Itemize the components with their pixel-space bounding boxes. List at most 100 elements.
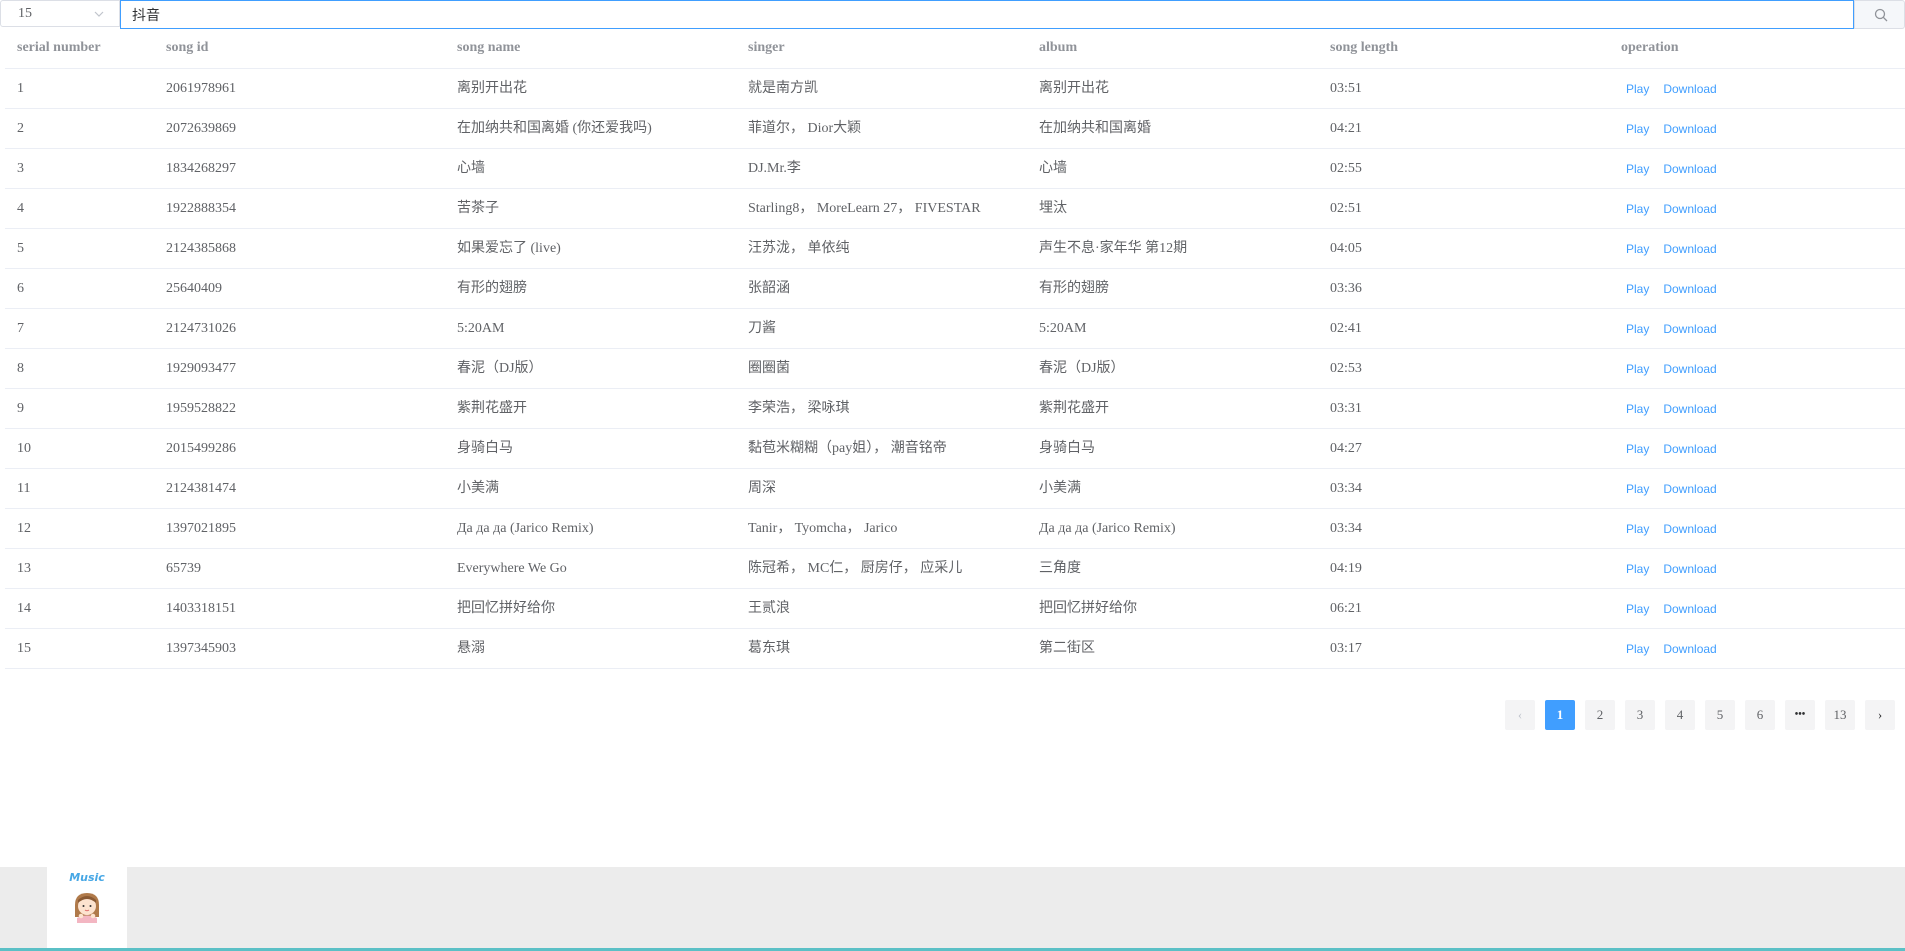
cell-operation: Play Download (1621, 189, 1901, 229)
cell-song-id: 1922888354 (166, 201, 236, 216)
download-button[interactable]: Download (1663, 309, 1716, 349)
download-button[interactable]: Download (1663, 549, 1716, 589)
cell-song-length: 03:51 (1330, 81, 1362, 96)
play-button[interactable]: Play (1626, 109, 1649, 149)
download-button[interactable]: Download (1663, 69, 1716, 109)
girl-mascot-icon (75, 893, 99, 923)
play-button[interactable]: Play (1626, 349, 1649, 389)
cell-song-id: 1834268297 (166, 161, 236, 176)
cell-serial-number: 10 (17, 441, 31, 456)
next-page-button[interactable]: › (1865, 700, 1895, 730)
cell-operation: Play Download (1621, 229, 1901, 269)
cell-album: 5:20AM (1039, 321, 1087, 336)
header-song-id: song id (166, 40, 209, 55)
cell-singer: 葛东琪 (748, 641, 790, 656)
cell-song-length: 03:36 (1330, 281, 1362, 296)
cell-serial-number: 13 (17, 561, 31, 576)
cell-operation: Play Download (1621, 629, 1901, 669)
table-row: 7 2124731026 5:20AM 刀酱 5:20AM 02:41 Play Downlo… (5, 309, 1905, 349)
cell-operation: Play Download (1621, 149, 1901, 189)
cell-album: 离别开出花 (1039, 81, 1109, 96)
page-button[interactable]: 3 (1625, 700, 1655, 730)
play-button[interactable]: Play (1626, 269, 1649, 309)
play-button[interactable]: Play (1626, 549, 1649, 589)
cell-song-length: 06:21 (1330, 601, 1362, 616)
search-input[interactable] (120, 0, 1854, 29)
download-button[interactable]: Download (1663, 589, 1716, 629)
cell-serial-number: 2 (17, 121, 24, 136)
cell-album: Да да да (Jarico Remix) (1039, 521, 1176, 536)
cell-song-name: 如果爱忘了 (live) (457, 241, 561, 256)
page-button[interactable]: 5 (1705, 700, 1735, 730)
cell-album: 小美满 (1039, 481, 1081, 496)
table-header: serial number song id song name singer a… (5, 29, 1905, 69)
cell-album: 三角度 (1039, 561, 1081, 576)
page-button[interactable]: 6 (1745, 700, 1775, 730)
play-button[interactable]: Play (1626, 589, 1649, 629)
download-button[interactable]: Download (1663, 429, 1716, 469)
download-button[interactable]: Download (1663, 509, 1716, 549)
header-singer: singer (748, 40, 785, 55)
search-button[interactable] (1854, 0, 1905, 29)
cell-album: 把回忆拼好给你 (1039, 601, 1137, 616)
chevron-down-icon (94, 11, 104, 17)
cell-serial-number: 15 (17, 641, 31, 656)
play-button[interactable]: Play (1626, 309, 1649, 349)
cell-album: 身骑白马 (1039, 441, 1095, 456)
download-button[interactable]: Download (1663, 269, 1716, 309)
cell-operation: Play Download (1621, 389, 1901, 429)
download-button[interactable]: Download (1663, 349, 1716, 389)
play-button[interactable]: Play (1626, 469, 1649, 509)
prev-page-button[interactable]: ‹ (1505, 700, 1535, 730)
cell-song-name: 悬溺 (457, 641, 485, 656)
cell-song-id: 1929093477 (166, 361, 236, 376)
more-pages-button[interactable]: ••• (1785, 700, 1815, 730)
cell-song-name: Everywhere We Go (457, 561, 567, 576)
play-button[interactable]: Play (1626, 429, 1649, 469)
download-button[interactable]: Download (1663, 109, 1716, 149)
table-body: 1 2061978961 离别开出花 就是南方凯 离别开出花 03:51 Play Downl… (5, 69, 1905, 669)
table-row: 4 1922888354 苦茶子 Starling8， MoreLearn 27， F… (5, 189, 1905, 229)
page-button[interactable]: 2 (1585, 700, 1615, 730)
table-row: 3 1834268297 心墙 DJ.Mr.李 心墙 02:55 Play Download (5, 149, 1905, 189)
page-size-select[interactable]: 15 (0, 0, 120, 27)
page-button[interactable]: 4 (1665, 700, 1695, 730)
songs-table: serial number song id song name singer a… (5, 29, 1905, 669)
download-button[interactable]: Download (1663, 389, 1716, 429)
cell-song-id: 2124381474 (166, 481, 236, 496)
play-button[interactable]: Play (1626, 629, 1649, 669)
cell-singer: 黏苞米糊糊（pay姐）， 潮音铭帝 (748, 441, 947, 456)
cell-song-length: 02:51 (1330, 201, 1362, 216)
download-button[interactable]: Download (1663, 189, 1716, 229)
music-logo[interactable]: Music (47, 867, 127, 948)
cell-song-id: 2124385868 (166, 241, 236, 256)
download-button[interactable]: Download (1663, 469, 1716, 509)
table-row: 11 2124381474 小美满 周深 小美满 03:34 Play Download (5, 469, 1905, 509)
play-button[interactable]: Play (1626, 509, 1649, 549)
cell-serial-number: 7 (17, 321, 24, 336)
play-button[interactable]: Play (1626, 69, 1649, 109)
header-operation: operation (1621, 40, 1679, 55)
cell-song-name: 把回忆拼好给你 (457, 601, 555, 616)
download-button[interactable]: Download (1663, 629, 1716, 669)
cell-song-id: 2124731026 (166, 321, 236, 336)
cell-singer: 陈冠希， MC仁， 厨房仔， 应采儿 (748, 561, 963, 576)
cell-song-name: 苦茶子 (457, 201, 499, 216)
last-page-button[interactable]: 13 (1825, 700, 1855, 730)
page-button[interactable]: 1 (1545, 700, 1575, 730)
download-button[interactable]: Download (1663, 229, 1716, 269)
cell-operation: Play Download (1621, 429, 1901, 469)
play-button[interactable]: Play (1626, 389, 1649, 429)
download-button[interactable]: Download (1663, 149, 1716, 189)
play-button[interactable]: Play (1626, 189, 1649, 229)
cell-album: 声生不息·家年华 第12期 (1039, 241, 1188, 256)
cell-serial-number: 3 (17, 161, 24, 176)
table-row: 15 1397345903 悬溺 葛东琪 第二街区 03:17 Play Download (5, 629, 1905, 669)
cell-serial-number: 4 (17, 201, 24, 216)
cell-song-length: 03:34 (1330, 481, 1362, 496)
cell-song-name: 春泥（DJ版） (457, 361, 543, 376)
play-button[interactable]: Play (1626, 229, 1649, 269)
play-button[interactable]: Play (1626, 149, 1649, 189)
table-row: 1 2061978961 离别开出花 就是南方凯 离别开出花 03:51 Play Downl… (5, 69, 1905, 109)
cell-operation: Play Download (1621, 269, 1901, 309)
